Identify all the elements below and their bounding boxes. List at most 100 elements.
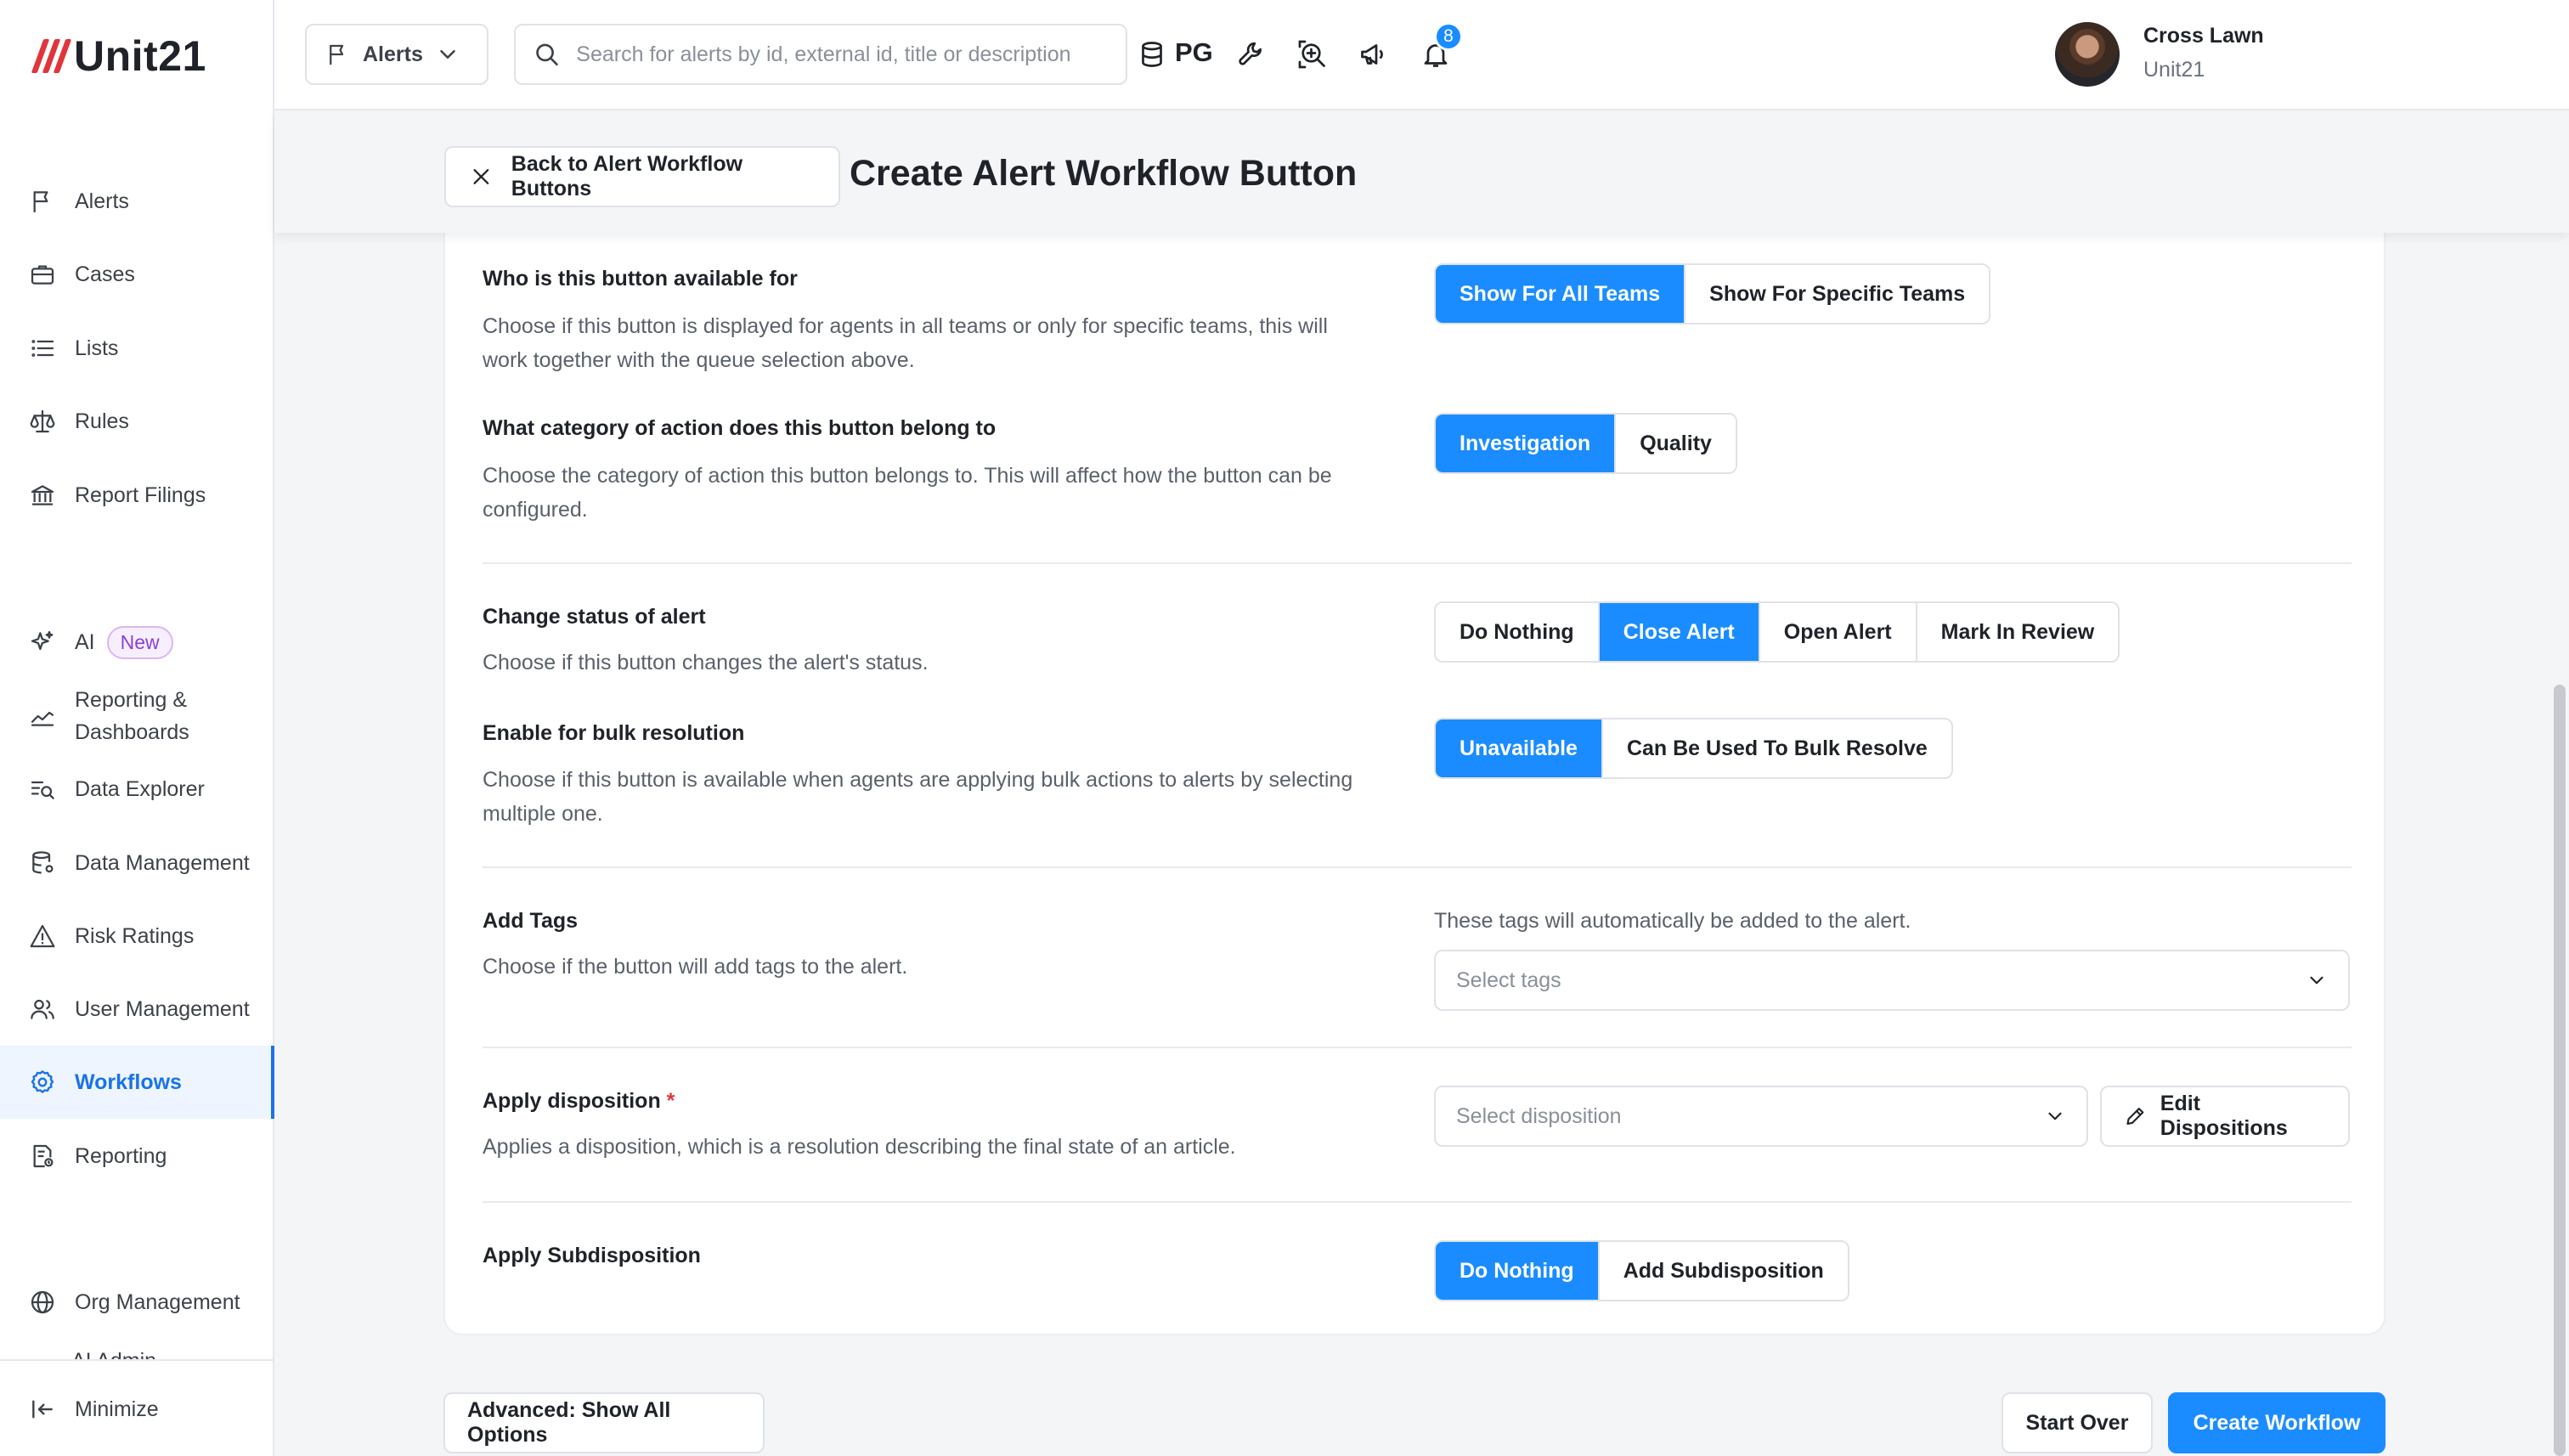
status-title: Change status of alert	[483, 605, 706, 629]
sidebar-item-label: Org Management	[75, 1290, 240, 1314]
minimize-button[interactable]: Minimize	[0, 1373, 274, 1446]
sidebar-item-alerts[interactable]: Alerts	[0, 165, 274, 238]
zoom-in-icon[interactable]	[1296, 37, 1330, 71]
section-divider	[483, 562, 2352, 564]
sidebar: Unit21 Alerts Cases Lists Rules Report F…	[0, 0, 274, 1456]
sidebar-item-label: Rules	[75, 409, 129, 433]
avatar[interactable]	[2055, 22, 2120, 87]
sidebar-item-lists[interactable]: Lists	[0, 312, 274, 385]
sidebar-item-label: Data Management	[75, 850, 250, 875]
disposition-title: Apply disposition *	[483, 1089, 675, 1114]
sidebar-item-cases[interactable]: Cases	[0, 238, 274, 311]
investigation-button[interactable]: Investigation	[1436, 415, 1617, 472]
availability-toggle: Show For All Teams Show For Specific Tea…	[1434, 263, 1991, 324]
availability-desc: Choose if this button is displayed for a…	[483, 314, 1328, 372]
mark-in-review-button[interactable]: Mark In Review	[1917, 603, 2119, 661]
add-subdisposition-button[interactable]: Add Subdisposition	[1599, 1242, 1848, 1300]
top-bar: Alerts PG 8 Cross Lawn Unit21	[274, 0, 2569, 110]
bulk-desc: Choose if this button is available when …	[483, 768, 1353, 826]
megaphone-icon[interactable]	[1357, 37, 1391, 71]
module-dropdown-label: Alerts	[363, 42, 423, 66]
sidebar-item-label: Report Filings	[75, 483, 206, 507]
sidebar-item-reporting-dashboards[interactable]: Reporting & Dashboards	[0, 680, 274, 753]
scrollbar-thumb[interactable]	[2554, 685, 2566, 1456]
bulk-title: Enable for bulk resolution	[483, 721, 745, 745]
sidebar-item-workflows[interactable]: Workflows	[0, 1046, 274, 1119]
advanced-options-button[interactable]: Advanced: Show All Options	[443, 1392, 765, 1453]
create-workflow-label: Create Workflow	[2193, 1410, 2361, 1435]
wrench-icon[interactable]	[1234, 37, 1268, 71]
category-toggle: Investigation Quality	[1434, 413, 1737, 474]
scale-icon	[30, 409, 55, 433]
sidebar-item-report-filings[interactable]: Report Filings	[0, 459, 274, 532]
create-workflow-button[interactable]: Create Workflow	[2168, 1392, 2386, 1453]
chevron-down-icon	[2048, 1112, 2062, 1120]
environment-label[interactable]: PG	[1175, 37, 1213, 68]
page-header: Back to Alert Workflow Buttons Create Al…	[274, 110, 2569, 233]
pencil-icon	[2126, 1108, 2144, 1125]
sidebar-item-label: AI	[75, 629, 95, 654]
disposition-select[interactable]: Select disposition	[1434, 1086, 2088, 1147]
sidebar-item-user-management[interactable]: User Management	[0, 973, 274, 1046]
sidebar-item-ai-admin[interactable]: AI Admin	[71, 1344, 156, 1361]
collapse-left-icon	[32, 1400, 53, 1419]
sidebar-item-label: Lists	[75, 336, 119, 360]
sidebar-item-org-management[interactable]: Org Management	[0, 1266, 274, 1339]
chevron-down-icon	[2310, 976, 2323, 985]
section-divider	[483, 1201, 2352, 1203]
global-search[interactable]	[514, 24, 1127, 85]
sidebar-item-rules[interactable]: Rules	[0, 385, 274, 458]
back-button[interactable]: Back to Alert Workflow Buttons	[444, 146, 840, 207]
subdisposition-do-nothing-button[interactable]: Do Nothing	[1436, 1242, 1600, 1300]
list-icon	[31, 340, 54, 357]
sidebar-item-label: Reporting	[75, 1143, 167, 1168]
open-alert-button[interactable]: Open Alert	[1759, 603, 1917, 661]
subdisposition-toggle: Do Nothing Add Subdisposition	[1434, 1240, 1849, 1301]
form-card: Who is this button available for Choose …	[443, 170, 2386, 1335]
unavailable-button[interactable]: Unavailable	[1436, 720, 1603, 777]
flag-icon	[33, 191, 48, 213]
sidebar-item-risk-ratings[interactable]: Risk Ratings	[0, 900, 274, 973]
status-do-nothing-button[interactable]: Do Nothing	[1436, 603, 1600, 661]
search-input[interactable]	[576, 42, 1109, 67]
unit21-logo[interactable]: Unit21	[31, 31, 206, 82]
start-over-button[interactable]: Start Over	[2002, 1392, 2153, 1453]
warning-icon	[30, 924, 55, 948]
back-button-label: Back to Alert Workflow Buttons	[511, 152, 743, 200]
sidebar-item-ai[interactable]: AI New	[0, 606, 274, 679]
availability-title: Who is this button available for	[483, 267, 798, 291]
section-divider	[483, 1047, 2352, 1048]
required-asterisk: *	[666, 1089, 675, 1113]
edit-dispositions-button[interactable]: Edit Dispositions	[2100, 1086, 2350, 1147]
search-icon	[536, 43, 558, 66]
sidebar-item-reporting[interactable]: Reporting	[0, 1120, 274, 1193]
report-icon	[33, 1144, 54, 1168]
module-dropdown[interactable]: Alerts	[305, 24, 488, 85]
bulk-resolve-button[interactable]: Can Be Used To Bulk Resolve	[1602, 720, 1951, 777]
category-title: What category of action does this button…	[483, 416, 997, 440]
sidebar-item-label: Cases	[75, 262, 135, 286]
status-desc: Choose if this button changes the alert'…	[483, 651, 929, 674]
show-all-teams-button[interactable]: Show For All Teams	[1436, 265, 1686, 323]
logo-text: Unit21	[74, 32, 206, 80]
tags-helper-text: These tags will automatically be added t…	[1434, 909, 1911, 933]
disposition-select-placeholder: Select disposition	[1456, 1103, 1622, 1128]
show-specific-teams-button[interactable]: Show For Specific Teams	[1685, 265, 1990, 323]
close-alert-button[interactable]: Close Alert	[1599, 603, 1760, 661]
sidebar-item-data-explorer[interactable]: Data Explorer	[0, 753, 274, 826]
edit-dispositions-label: Edit Dispositions	[2160, 1092, 2288, 1140]
sidebar-item-label: Alerts	[75, 189, 129, 213]
sidebar-item-label: Workflows	[75, 1069, 182, 1094]
sidebar-item-label: Data Explorer	[75, 776, 205, 801]
tags-select[interactable]: Select tags	[1434, 950, 2350, 1011]
database-icon[interactable]	[1135, 37, 1169, 71]
quality-button[interactable]: Quality	[1616, 415, 1736, 472]
tags-title: Add Tags	[483, 909, 579, 933]
data-search-icon	[31, 781, 54, 799]
sidebar-item-label: User Management	[75, 996, 250, 1021]
user-org: Unit21	[2143, 58, 2205, 82]
tags-select-placeholder: Select tags	[1456, 968, 1561, 992]
sidebar-item-data-management[interactable]: Data Management	[0, 827, 274, 900]
gear-icon	[31, 1070, 54, 1093]
sidebar-footer: Minimize	[0, 1359, 273, 1456]
